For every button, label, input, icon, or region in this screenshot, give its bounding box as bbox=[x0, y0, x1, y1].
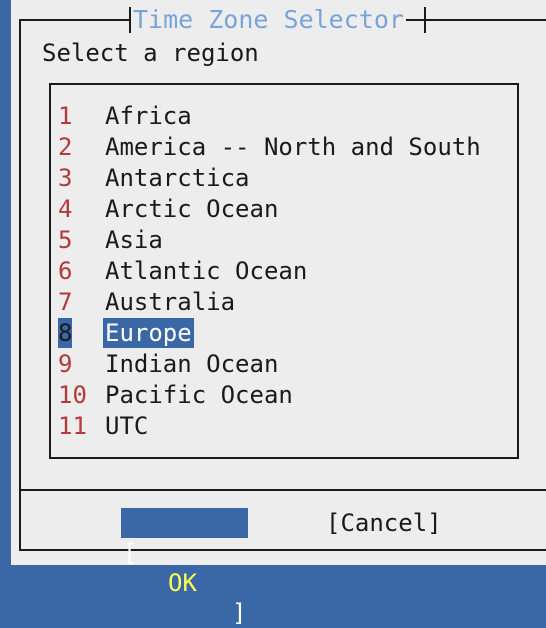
region-label: Australia bbox=[105, 288, 236, 316]
region-label: UTC bbox=[105, 412, 149, 440]
region-label: Antarctica bbox=[105, 164, 250, 192]
ok-bracket-close: ] bbox=[232, 599, 247, 627]
cancel-button[interactable]: [Cancel] bbox=[326, 508, 442, 538]
region-number: 11 bbox=[58, 412, 87, 440]
button-area-divider bbox=[19, 489, 546, 491]
title-tick-right bbox=[424, 7, 426, 33]
region-label: Arctic Ocean bbox=[105, 195, 279, 223]
region-label: Atlantic Ocean bbox=[105, 257, 308, 285]
region-label: America -- North and South bbox=[105, 133, 481, 161]
region-label: Asia bbox=[105, 226, 163, 254]
region-number: 10 bbox=[58, 381, 87, 409]
ok-button-label: OK bbox=[168, 569, 197, 597]
dialog-border-left bbox=[19, 19, 21, 551]
region-label: Europe bbox=[103, 318, 194, 348]
region-label: Africa bbox=[105, 102, 192, 130]
region-number: 4 bbox=[58, 195, 73, 223]
region-number: 1 bbox=[58, 102, 73, 130]
region-prompt: Select a region bbox=[42, 39, 259, 67]
region-number: 8 bbox=[58, 318, 73, 348]
region-number: 3 bbox=[58, 164, 73, 192]
region-label: Indian Ocean bbox=[105, 350, 279, 378]
region-label: Pacific Ocean bbox=[105, 381, 293, 409]
dialog-title: Time Zone Selector bbox=[131, 4, 406, 36]
ok-bracket-open: [ bbox=[123, 539, 138, 567]
region-number: 9 bbox=[58, 350, 73, 378]
ok-button[interactable]: [ OK ] bbox=[121, 508, 248, 627]
dialog-border-bottom bbox=[19, 549, 546, 551]
region-number: 7 bbox=[58, 288, 73, 316]
region-number: 5 bbox=[58, 226, 73, 254]
region-number: 2 bbox=[58, 133, 73, 161]
region-number: 6 bbox=[58, 257, 73, 285]
